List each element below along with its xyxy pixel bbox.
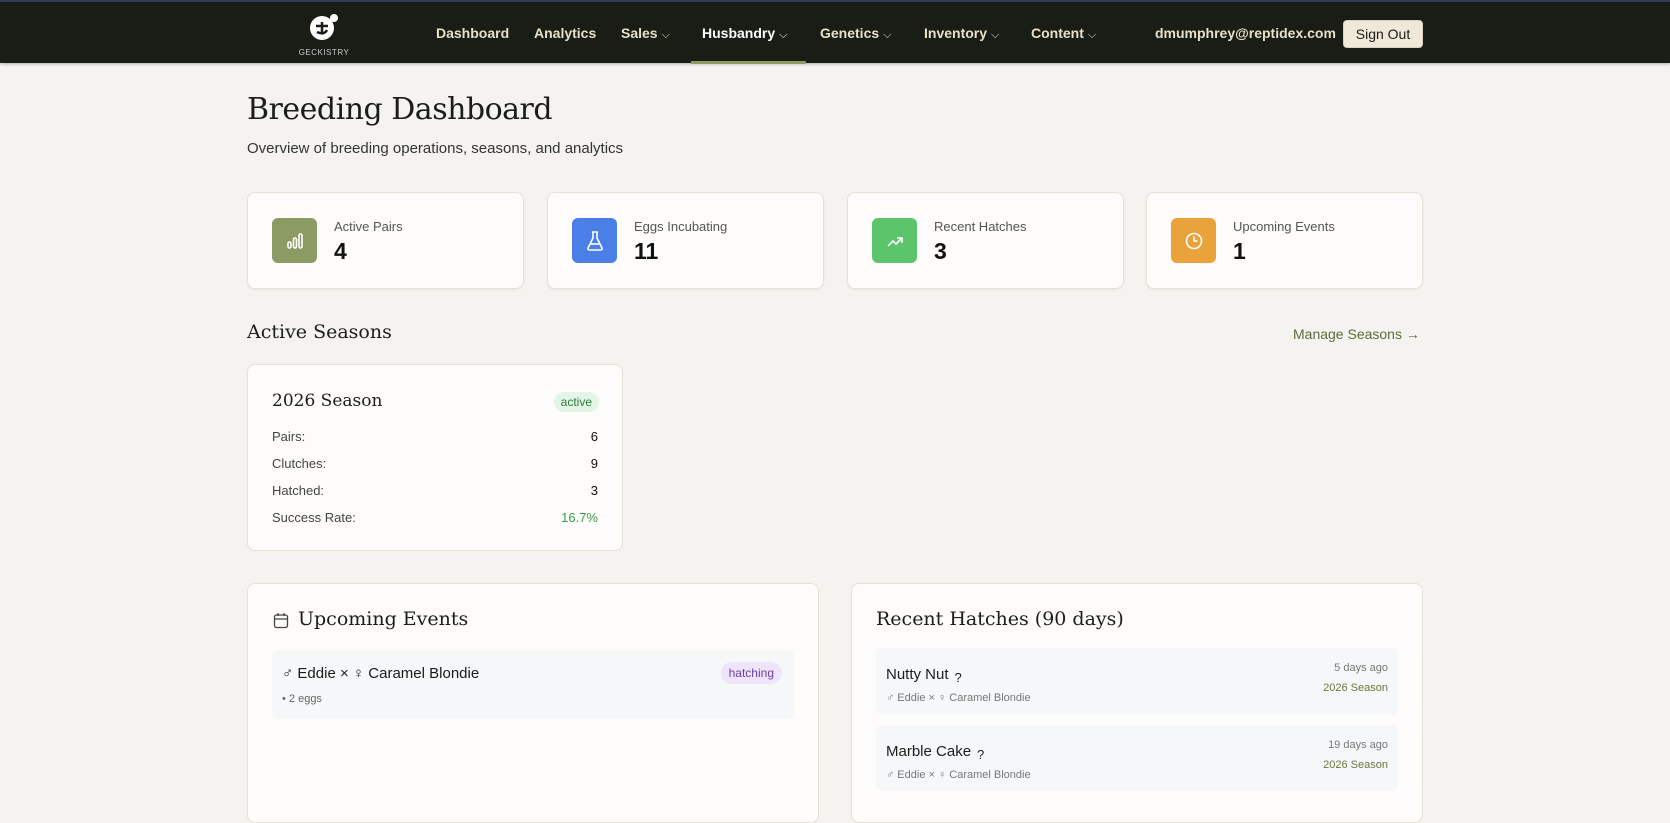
top-navbar: GECKISTRY Dashboard Analytics Sales ⌵ Hus…	[0, 0, 1670, 64]
nav-label: Content	[1031, 25, 1084, 41]
nav-label: Sales	[621, 25, 658, 41]
hatchling-name: Marble Cake	[886, 743, 972, 760]
stat-label: Recent Hatches	[934, 219, 1027, 234]
calendar-icon	[273, 613, 289, 629]
row-label: Hatched:	[272, 483, 325, 498]
chevron-down-icon: ⌵	[1087, 29, 1097, 41]
nav-label: Genetics	[820, 25, 880, 41]
recent-hatches-heading: Recent Hatches (90 days)	[876, 608, 1124, 630]
page-title: Breeding Dashboard	[247, 92, 553, 127]
logo-text: GECKISTRY	[298, 48, 350, 57]
stat-card-eggs-incubating: Eggs Incubating 11	[547, 192, 824, 289]
season-card[interactable]: 2026 Season active Pairs: 6 Clutches: 9 Ha…	[247, 364, 623, 551]
nav-sales[interactable]: Sales ⌵	[621, 25, 670, 42]
row-label: Clutches:	[272, 456, 327, 471]
upcoming-events-heading: Upcoming Events	[298, 608, 469, 630]
row-value: 16.7%	[561, 510, 598, 525]
upcoming-events-card: Upcoming Events ♂ Eddie × ♀ Caramel Blon…	[247, 583, 819, 823]
sex-unknown-icon: ?	[977, 747, 985, 762]
trending-up-icon	[872, 218, 917, 263]
event-status-badge: hatching	[720, 662, 782, 684]
chevron-down-icon: ⌵	[883, 29, 892, 41]
stat-value: 11	[634, 238, 659, 264]
hatch-parents: ♂ Eddie × ♀ Caramel Blondie	[886, 692, 1031, 704]
nav-label: Husbandry	[702, 25, 776, 41]
user-email: dmumphrey@reptidex.com	[1155, 25, 1336, 41]
row-value: 3	[590, 483, 598, 498]
chevron-down-icon: ⌵	[779, 29, 788, 41]
nav-label: Inventory	[924, 25, 988, 41]
event-detail: • 2 eggs	[282, 693, 322, 705]
row-value: 6	[590, 429, 598, 444]
geckistry-logo[interactable]: GECKISTRY	[296, 12, 352, 60]
nav-analytics[interactable]: Analytics	[534, 25, 596, 41]
hatch-season: 2026 Season	[1323, 759, 1388, 771]
stat-value: 3	[934, 238, 947, 264]
season-name: 2026 Season	[272, 391, 383, 411]
chevron-down-icon: ⌵	[991, 29, 1000, 41]
hatch-item[interactable]: Nutty Nut? ♂ Eddie × ♀ Caramel Blondie 5…	[876, 648, 1398, 714]
hatch-date: 5 days ago	[1334, 662, 1388, 674]
stat-card-active-pairs: Active Pairs 4	[247, 192, 524, 289]
nav-inventory[interactable]: Inventory ⌵	[924, 25, 999, 42]
season-stat-row: Success Rate: 16.7%	[272, 510, 598, 525]
season-stat-row: Pairs: 6	[272, 429, 598, 444]
sex-unknown-icon: ?	[954, 670, 962, 685]
manage-seasons-link[interactable]: Manage Seasons →	[1293, 326, 1420, 342]
hatch-item[interactable]: Marble Cake? ♂ Eddie × ♀ Caramel Blondie…	[876, 725, 1398, 791]
active-seasons-heading: Active Seasons	[247, 321, 392, 343]
season-stat-row: Clutches: 9	[272, 456, 598, 471]
nav-genetics[interactable]: Genetics ⌵	[820, 25, 891, 42]
page-subtitle: Overview of breeding operations, seasons…	[247, 140, 624, 157]
stat-card-upcoming-events: Upcoming Events 1	[1146, 192, 1423, 289]
hatch-date: 19 days ago	[1328, 739, 1388, 751]
stat-label: Active Pairs	[334, 219, 403, 234]
gecko-logo-icon	[310, 14, 338, 40]
row-label: Success Rate:	[272, 510, 356, 525]
stat-card-recent-hatches: Recent Hatches 3	[847, 192, 1124, 289]
stat-value: 4	[334, 238, 347, 264]
nav-content[interactable]: Content ⌵	[1031, 25, 1096, 42]
row-value: 9	[590, 456, 598, 471]
nav-label: Analytics	[534, 25, 597, 41]
season-stat-row: Hatched: 3	[272, 483, 598, 498]
hatch-season: 2026 Season	[1323, 682, 1388, 694]
recent-hatches-card: Recent Hatches (90 days) Nutty Nut? ♂ Ed…	[851, 583, 1423, 823]
nav-label: Dashboard	[436, 25, 510, 41]
event-title: ♂ Eddie × ♀ Caramel Blondie	[282, 665, 480, 682]
stat-value: 1	[1233, 238, 1246, 264]
sign-out-button[interactable]: Sign Out	[1343, 20, 1423, 48]
hatchling-name: Nutty Nut	[886, 666, 949, 683]
active-nav-indicator	[691, 61, 806, 64]
clock-icon	[1171, 218, 1216, 263]
stat-label: Upcoming Events	[1233, 219, 1335, 234]
flask-icon	[572, 218, 617, 263]
status-badge: active	[553, 392, 599, 412]
event-item[interactable]: ♂ Eddie × ♀ Caramel Blondie • 2 eggs hat…	[272, 650, 794, 719]
stat-label: Eggs Incubating	[634, 219, 728, 234]
bar-chart-icon	[272, 218, 317, 263]
nav-husbandry[interactable]: Husbandry ⌵	[702, 25, 787, 42]
nav-dashboard[interactable]: Dashboard	[436, 25, 509, 41]
hatch-parents: ♂ Eddie × ♀ Caramel Blondie	[886, 769, 1031, 781]
row-label: Pairs:	[272, 429, 306, 444]
chevron-down-icon: ⌵	[661, 29, 670, 41]
